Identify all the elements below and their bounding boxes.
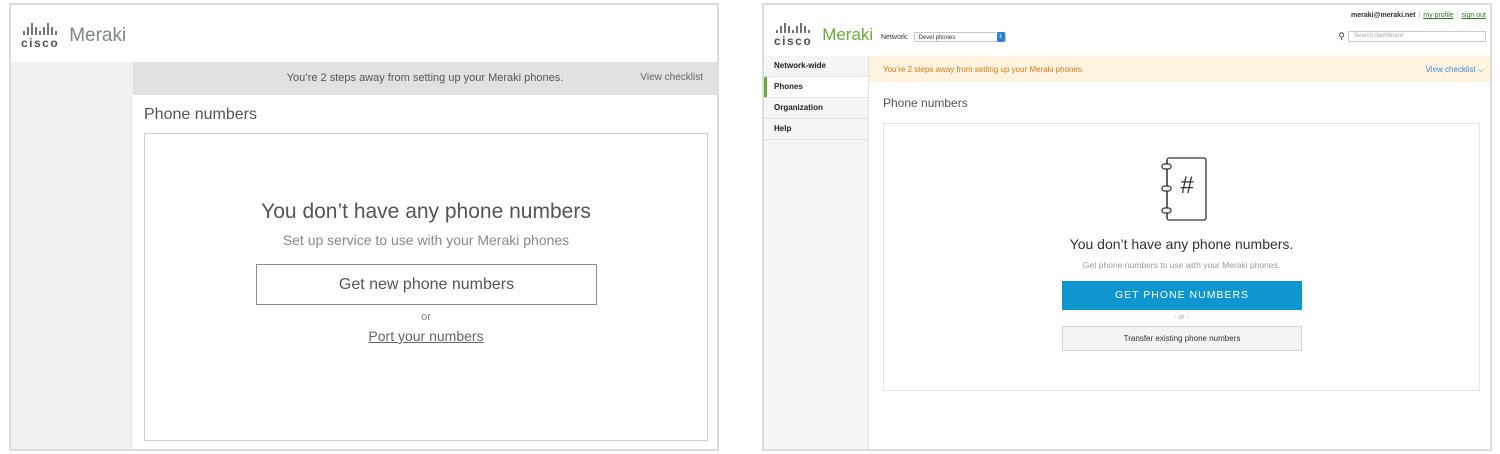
meraki-wordmark: Meraki [822,25,874,44]
hifi-panel: cisco Meraki Network: Devel phones ⇕ mer… [762,3,1492,451]
sidebar-item-organization[interactable]: Organization [764,98,868,119]
view-checklist-link[interactable]: View checklist [640,72,703,83]
search-icon[interactable]: ⚲ [1338,31,1345,42]
select-arrows-icon: ⇕ [996,32,1005,42]
get-phone-numbers-button[interactable]: GET PHONE NUMBERS [1062,281,1302,310]
empty-state-subheading: Get phone numbers to use with your Merak… [1082,260,1281,270]
get-new-phone-numbers-button[interactable]: Get new phone numbers [256,264,597,305]
empty-state-card: # You don’t have any phone numbers. Get … [883,123,1480,391]
cisco-logo-icon: cisco [774,23,812,47]
wireframe-panel: cisco Meraki You’re 2 steps away from se… [9,3,719,451]
port-numbers-link-wrap: Port your numbers [145,328,707,344]
meraki-logo[interactable]: cisco Meraki [774,23,873,47]
transfer-numbers-button[interactable]: Transfer existing phone numbers [1062,326,1302,351]
empty-state-heading: You don’t have any phone numbers. [1069,236,1294,252]
or-divider: or [421,311,431,323]
sidebar-nav: Network-wide Phones Organization Help [764,56,869,449]
sidebar-item-network-wide[interactable]: Network-wide [764,56,868,77]
sidebar-item-help[interactable]: Help [764,119,868,140]
network-selector: Network: Devel phones ⇕ [881,32,1006,42]
or-divider: - or - [1174,314,1189,321]
sidebar-item-phones[interactable]: Phones [764,77,868,98]
cisco-wordmark: cisco [21,36,60,50]
empty-state-card: You don’t have any phone numbers Set up … [144,133,708,441]
port-numbers-link[interactable]: Port your numbers [368,328,483,344]
user-links: meraki@meraki.net | my profile | sign out [1351,12,1486,19]
setup-banner: You’re 2 steps away from setting up your… [869,56,1490,82]
cisco-logo-icon: cisco [21,23,59,49]
banner-message: You’re 2 steps away from setting up your… [286,72,564,84]
banner-message: You’re 2 steps away from setting up your… [883,65,1085,74]
page-title: Phone numbers [144,106,257,123]
user-email: meraki@meraki.net [1351,12,1416,19]
empty-state-subheading: Set up service to use with your Meraki p… [282,232,570,248]
hash-glyph: # [1180,172,1194,199]
sign-out-link[interactable]: sign out [1461,12,1486,19]
meraki-logo[interactable]: cisco Meraki [21,23,126,49]
network-label: Network: [881,33,909,41]
setup-banner: You’re 2 steps away from setting up your… [133,62,717,95]
sidebar [11,62,133,449]
cisco-wordmark: cisco [774,34,813,48]
meraki-wordmark: Meraki [69,25,127,46]
network-select[interactable]: Devel phones ⇕ [913,32,1006,42]
network-selected-value: Devel phones [918,35,956,41]
search-input[interactable]: Search dashboard [1348,31,1486,42]
phonebook-hash-icon: # [1161,157,1207,221]
empty-state-heading: You don’t have any phone numbers [261,200,591,223]
view-checklist-link[interactable]: View checklist ⌵ [1426,65,1484,75]
page-title: Phone numbers [883,96,968,110]
my-profile-link[interactable]: my profile [1423,12,1453,19]
search-bar: ⚲ Search dashboard [1338,31,1486,42]
header: cisco Meraki [11,5,717,62]
